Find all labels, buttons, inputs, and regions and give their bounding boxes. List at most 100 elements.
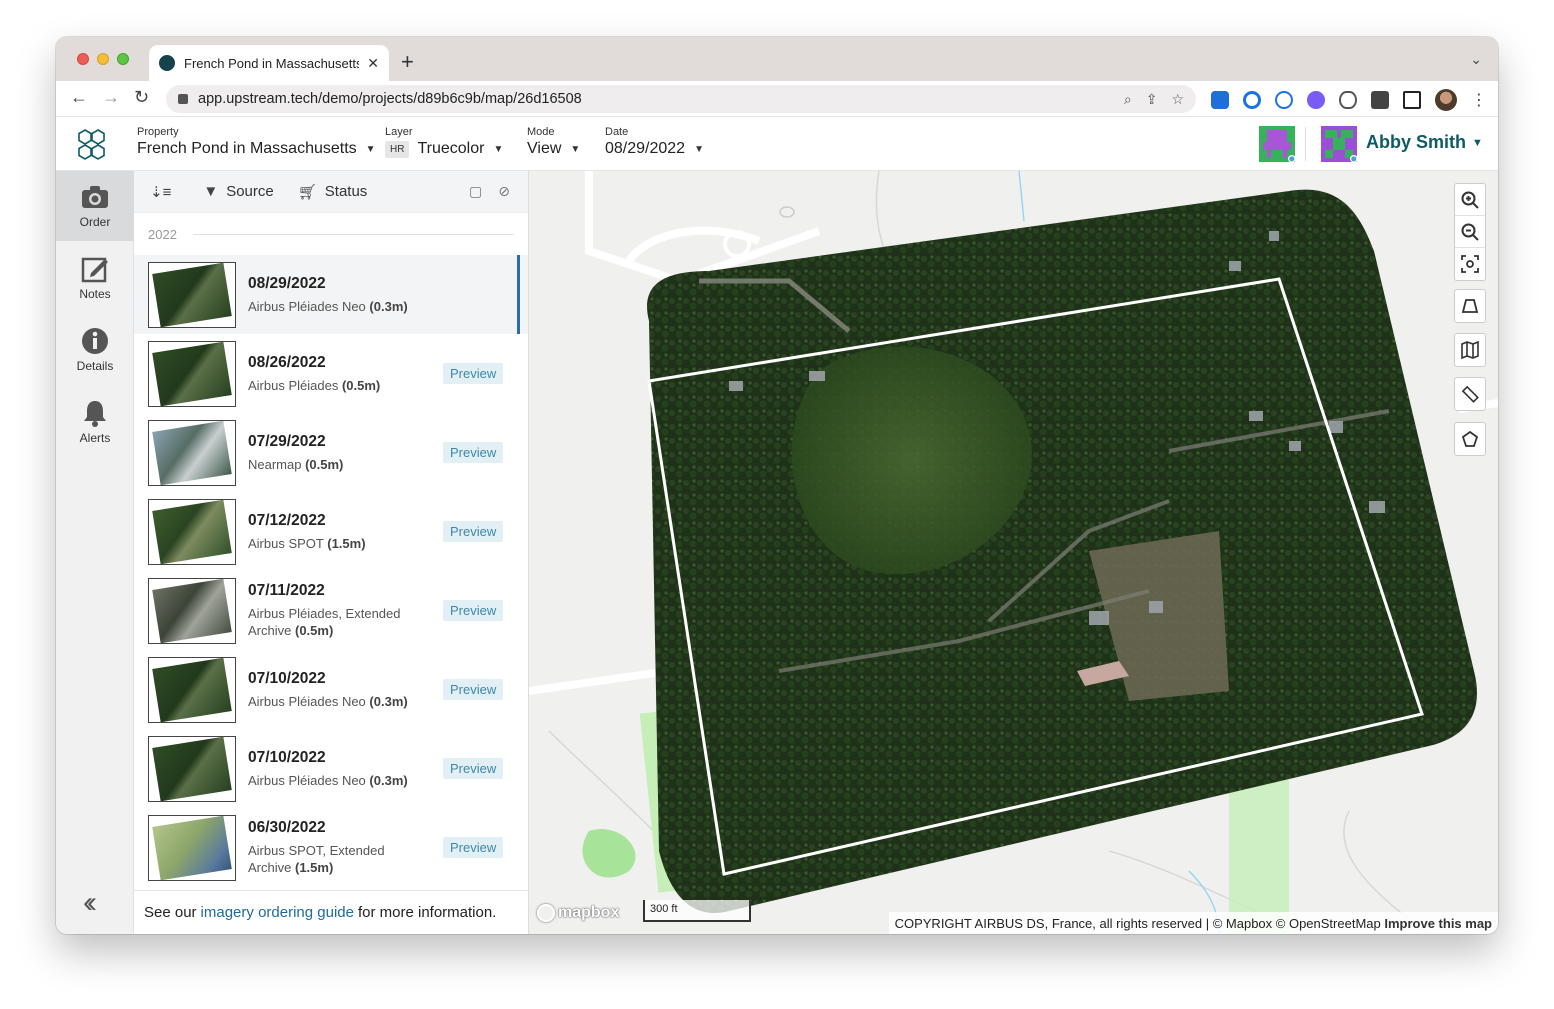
resolution: (1.5m) xyxy=(327,535,366,551)
rail-item-alerts[interactable]: Alerts xyxy=(56,387,134,457)
star-icon[interactable]: ☆ xyxy=(1171,91,1184,108)
bell-icon xyxy=(81,399,109,427)
menu-dots-icon[interactable]: ⋮ xyxy=(1471,90,1487,110)
minimize-window-button[interactable] xyxy=(97,53,109,65)
map-layers-icon[interactable] xyxy=(1455,334,1485,366)
tab-strip: French Pond in Massachusetts ✕ + ⌄ xyxy=(56,37,1498,81)
lock-icon xyxy=(178,94,188,104)
mapbox-logo-icon xyxy=(537,904,555,922)
zoom-icon[interactable]: ⌕ xyxy=(1124,91,1132,108)
property-selector[interactable]: Property French Pond in Massachusetts ▼ xyxy=(137,126,376,158)
ruler-icon[interactable] xyxy=(1455,378,1485,410)
sort-button[interactable]: ⇣≡ xyxy=(150,183,179,201)
url-text: app.upstream.tech/demo/projects/d89b6c9b… xyxy=(198,91,582,107)
rail-item-notes[interactable]: Notes xyxy=(56,243,134,313)
fit-bounds-icon[interactable] xyxy=(1455,248,1485,280)
imagery-row[interactable]: 07/29/2022 Nearmap (0.5m) Preview xyxy=(134,413,528,492)
left-rail: Order Notes Details Alerts ‹‹ xyxy=(56,171,134,934)
date-selector[interactable]: Date 08/29/2022 ▼ xyxy=(605,126,704,158)
share-icon[interactable]: ⇪ xyxy=(1146,91,1158,108)
select-area-icon[interactable]: ▢ xyxy=(469,183,482,200)
upstream-favicon-icon xyxy=(159,55,175,71)
property-label: Property xyxy=(137,126,179,138)
user-name: Abby Smith xyxy=(1366,132,1467,152)
chevron-down-icon[interactable]: ⌄ xyxy=(1470,51,1482,68)
draw-control xyxy=(1454,422,1486,456)
maximize-window-button[interactable] xyxy=(117,53,129,65)
imagery-row[interactable]: 06/30/2022 Airbus SPOT, Extended Archive… xyxy=(134,808,528,887)
extension-icon[interactable] xyxy=(1211,91,1229,109)
map-scale: 300 ft xyxy=(643,900,751,922)
preview-button[interactable]: Preview xyxy=(443,837,504,858)
imagery-thumbnail xyxy=(148,261,236,328)
hide-icon[interactable]: ⊘ xyxy=(498,183,510,200)
rail-item-order[interactable]: Order xyxy=(56,171,134,241)
reload-icon[interactable]: ↻ xyxy=(134,87,149,108)
resolution: (0.3m) xyxy=(369,772,408,788)
imagery-source: Airbus SPOT (1.5m) xyxy=(248,535,418,552)
profile-avatar[interactable] xyxy=(1435,89,1457,111)
preview-button[interactable]: Preview xyxy=(443,521,504,542)
tilt-icon[interactable] xyxy=(1455,290,1485,322)
imagery-source: Airbus Pléiades Neo (0.3m) xyxy=(248,298,418,315)
preview-button[interactable]: Preview xyxy=(443,758,504,779)
imagery-row[interactable]: 08/29/2022 Airbus Pléiades Neo (0.3m) xyxy=(134,255,528,334)
preview-button[interactable]: Preview xyxy=(443,600,504,621)
browser-window: French Pond in Massachusetts ✕ + ⌄ ← → ↻… xyxy=(56,37,1498,934)
imagery-date: 07/12/2022 xyxy=(248,511,326,529)
imagery-date: 07/11/2022 xyxy=(248,582,325,599)
preview-button[interactable]: Preview xyxy=(443,363,504,384)
resolution: (0.5m) xyxy=(294,623,334,638)
preview-button[interactable]: Preview xyxy=(443,679,504,700)
address-bar[interactable]: app.upstream.tech/demo/projects/d89b6c9b… xyxy=(166,85,1196,113)
chevron-down-icon: ▼ xyxy=(1472,136,1483,149)
puzzle-icon[interactable] xyxy=(1371,91,1389,109)
imagery-row[interactable]: 07/12/2022 Airbus SPOT (1.5m) Preview xyxy=(134,492,528,571)
imagery-thumbnail xyxy=(148,498,236,565)
organization-avatar[interactable] xyxy=(1259,126,1295,162)
imagery-row[interactable]: 08/26/2022 Airbus Pléiades (0.5m) Previe… xyxy=(134,334,528,413)
date-value: 08/29/2022 xyxy=(605,140,686,157)
layer-selector[interactable]: Layer HR Truecolor ▼ xyxy=(385,126,503,158)
panel-footer: See our imagery ordering guide for more … xyxy=(134,890,528,934)
imagery-date: 08/26/2022 xyxy=(248,353,326,371)
zoom-out-icon[interactable] xyxy=(1455,216,1485,248)
back-icon[interactable]: ← xyxy=(70,87,88,108)
rail-item-details[interactable]: Details xyxy=(56,315,134,385)
imagery-row[interactable]: 07/10/2022 Airbus Pléiades Neo (0.3m) Pr… xyxy=(134,729,528,808)
zoom-in-icon[interactable] xyxy=(1455,184,1485,216)
user-avatar[interactable] xyxy=(1321,126,1357,162)
layer-label: Layer xyxy=(385,126,413,138)
mapbox-logo[interactable]: mapbox xyxy=(537,904,619,922)
collapse-sidebar-icon[interactable]: ‹‹ xyxy=(83,886,97,920)
forward-icon[interactable]: → xyxy=(102,87,120,108)
attribution-text: COPYRIGHT AIRBUS DS, France, all rights … xyxy=(894,916,1381,931)
imagery-row[interactable]: 07/11/2022 Airbus Pléiades, Extended Arc… xyxy=(134,571,528,650)
extension-icon[interactable] xyxy=(1307,91,1325,109)
map-view[interactable]: mapbox 300 ft COPYRIGHT AIRBUS DS, Franc… xyxy=(529,171,1498,934)
source-name: Airbus Pléiades Neo xyxy=(248,772,366,788)
sidepanel-icon[interactable] xyxy=(1403,91,1421,109)
user-menu[interactable]: Abby Smith ▼ xyxy=(1366,132,1483,153)
imagery-thumbnail xyxy=(148,419,236,486)
close-window-button[interactable] xyxy=(77,53,89,65)
close-tab-icon[interactable]: ✕ xyxy=(367,55,379,72)
improve-map-link[interactable]: Improve this map xyxy=(1384,916,1492,931)
polygon-icon[interactable] xyxy=(1455,423,1485,455)
eye-icon[interactable] xyxy=(1339,91,1357,109)
mode-selector[interactable]: Mode View ▼ xyxy=(527,126,580,158)
imagery-guide-link[interactable]: imagery ordering guide xyxy=(201,904,354,921)
mapbox-logo-text: mapbox xyxy=(558,904,620,921)
imagery-date: 07/10/2022 xyxy=(248,748,326,766)
imagery-row[interactable]: 07/10/2022 Airbus Pléiades Neo (0.3m) Pr… xyxy=(134,650,528,729)
new-tab-icon[interactable]: + xyxy=(401,49,414,75)
source-filter-button[interactable]: ▼ Source xyxy=(203,183,273,200)
extension-icon[interactable] xyxy=(1275,91,1293,109)
source-name: Airbus Pléiades Neo xyxy=(248,693,366,709)
imagery-thumbnail xyxy=(148,735,236,802)
status-filter-button[interactable]: 🛒︎ Status xyxy=(298,183,368,201)
preview-button[interactable]: Preview xyxy=(443,442,504,463)
extension-icon[interactable] xyxy=(1243,91,1261,109)
browser-tab[interactable]: French Pond in Massachusetts ✕ xyxy=(149,45,389,81)
source-name: Nearmap xyxy=(248,456,302,472)
